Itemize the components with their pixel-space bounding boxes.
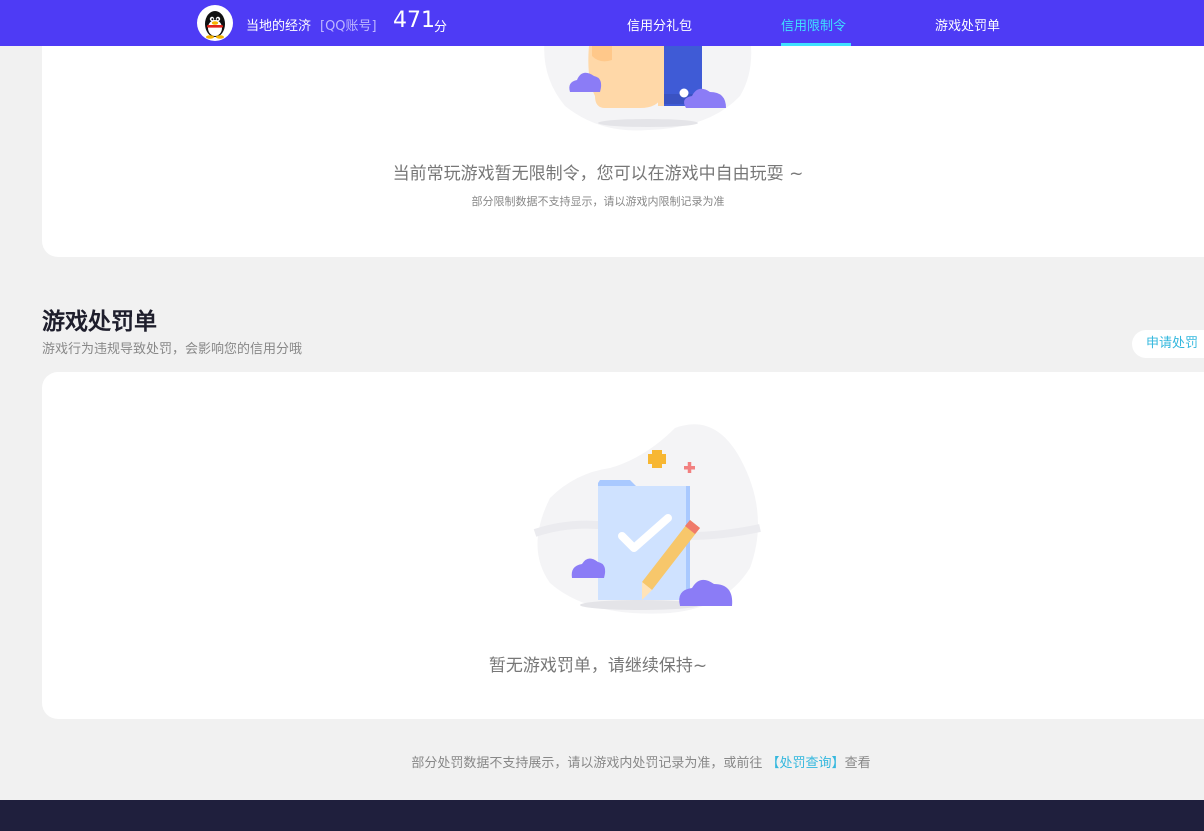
credit-score: 471: [393, 8, 435, 33]
penalty-empty-message: 暂无游戏罚单，请继续保持~: [488, 656, 708, 676]
nav-credit-restriction[interactable]: 信用限制令: [781, 15, 846, 34]
penalty-footer-note: 部分处罚数据不支持展示，请以游戏内处罚记录为准，或前往 【处罚查询】查看: [0, 752, 1204, 771]
penalty-section-title: 游戏处罚单: [42, 309, 157, 335]
footer-note-suffix: 查看: [844, 756, 871, 771]
restriction-empty-message: 当前常玩游戏暂无限制令，您可以在游戏中自由玩耍 ~: [392, 164, 804, 184]
user-name: 当地的经济: [246, 19, 312, 34]
phone-hand-illustration-icon: [544, 36, 752, 131]
penalty-query-link[interactable]: 【处罚查询】: [767, 756, 845, 771]
qq-penguin-icon: [205, 11, 225, 39]
penalty-section-description: 游戏行为违规导致处罚，会影响您的信用分哦: [42, 342, 303, 357]
page-footer: [0, 800, 1204, 831]
nav-credit-gift[interactable]: 信用分礼包: [627, 15, 692, 34]
avatar[interactable]: [197, 5, 233, 41]
footer-note-prefix: 部分处罚数据不支持展示，请以游戏内处罚记录为准，或前往: [411, 756, 767, 771]
account-type-tag: [QQ账号]: [320, 19, 377, 34]
credit-score-unit: 分: [434, 20, 448, 35]
apply-penalty-button[interactable]: 申请处罚: [1132, 330, 1204, 358]
top-nav-bar: 当地的经济 [QQ账号] 471 分 信用分礼包 信用限制令 游戏处罚单: [0, 0, 1204, 46]
active-tab-indicator: [781, 43, 851, 46]
restriction-note: 部分限制数据不支持显示，请以游戏内限制记录为准: [471, 195, 725, 208]
folder-check-pencil-illustration-icon: [533, 424, 761, 614]
nav-game-penalty[interactable]: 游戏处罚单: [935, 15, 1000, 34]
